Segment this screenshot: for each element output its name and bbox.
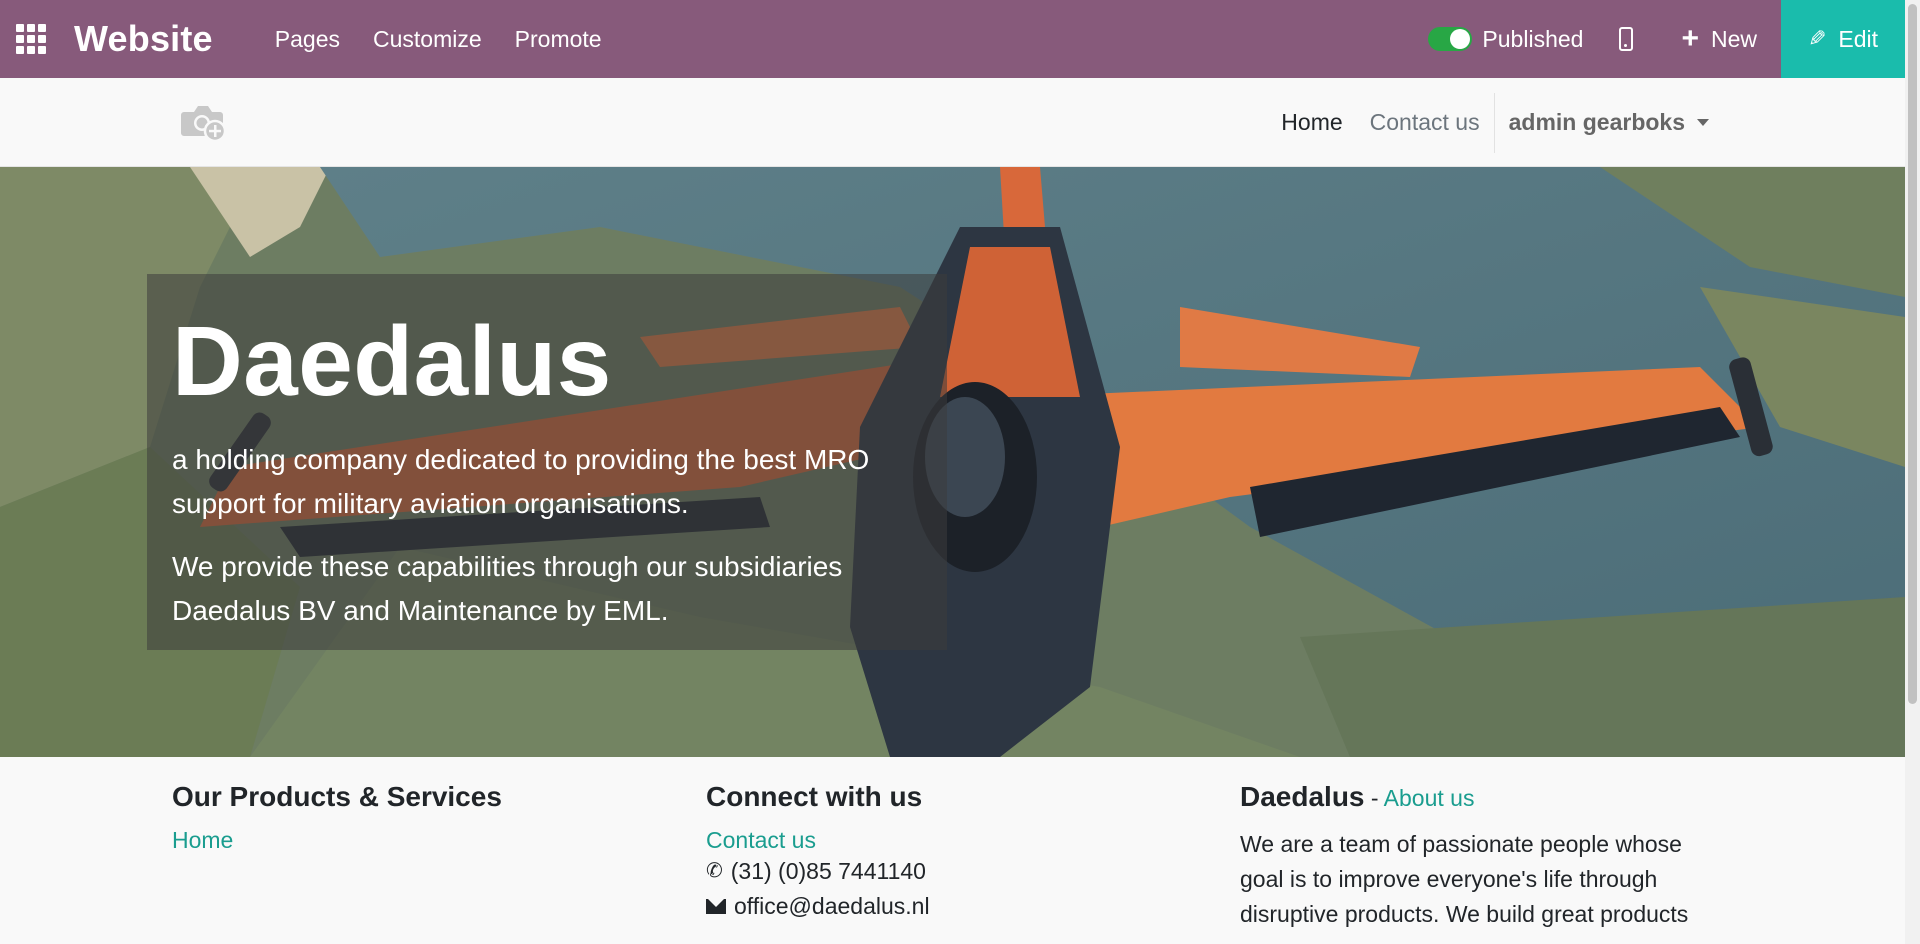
camera-plus-icon[interactable]	[178, 102, 228, 142]
mobile-preview-icon[interactable]	[1619, 27, 1634, 51]
scrollbar-thumb[interactable]	[1908, 4, 1917, 704]
about-company-name: Daedalus	[1240, 781, 1365, 812]
hero-banner: Daedalus a holding company dedicated to …	[0, 167, 1905, 757]
edit-button-label: Edit	[1838, 25, 1879, 52]
hero-paragraph-2: We provide these capabilities through ou…	[172, 551, 843, 626]
footer-link-home[interactable]: Home	[172, 827, 502, 854]
plus-icon: +	[1681, 22, 1699, 55]
page-scrollbar[interactable]	[1905, 0, 1920, 944]
about-text: We are a team of passionate people whose…	[1240, 831, 1689, 927]
site-nav: Home Contact us admin gearboks	[1281, 78, 1709, 167]
phone-line: ✆ (31) (0)85 7441140	[706, 854, 930, 889]
published-toggle[interactable]: Published	[1428, 26, 1583, 53]
user-name: admin gearboks	[1508, 109, 1685, 135]
menu-pages[interactable]: Pages	[275, 26, 340, 53]
about-heading: Daedalus - About us	[1240, 781, 1720, 813]
hero-paragraph-1: a holding company dedicated to providing…	[172, 444, 870, 519]
phone-icon: ✆	[706, 860, 723, 882]
phone-number: (31) (0)85 7441140	[730, 858, 926, 884]
connect-heading: Connect with us	[706, 781, 923, 812]
new-button[interactable]: + New	[1681, 24, 1757, 54]
about-separator: -	[1364, 785, 1384, 811]
edit-button[interactable]: ✎ Edit	[1781, 0, 1905, 78]
menu-customize[interactable]: Customize	[373, 26, 482, 53]
footer-link-contact-us[interactable]: Contact us	[706, 827, 930, 854]
products-heading: Our Products & Services	[172, 781, 502, 812]
hero-title: Daedalus	[172, 306, 612, 416]
about-us-link[interactable]: About us	[1384, 785, 1475, 811]
email-line: office@daedalus.nl	[706, 889, 930, 924]
email-address[interactable]: office@daedalus.nl	[734, 889, 930, 924]
new-button-label: New	[1710, 25, 1757, 52]
app-brand[interactable]: Website	[74, 18, 213, 60]
nav-divider	[1493, 92, 1495, 153]
user-menu[interactable]: admin gearboks	[1509, 109, 1709, 136]
nav-contact-us[interactable]: Contact us	[1370, 109, 1480, 136]
menu-promote[interactable]: Promote	[515, 26, 602, 53]
envelope-icon	[706, 899, 726, 914]
admin-top-bar: Website Pages Customize Promote Publishe…	[0, 0, 1905, 78]
footer: Our Products & Services Home Connect wit…	[0, 757, 1905, 944]
pencil-icon: ✎	[1807, 26, 1827, 51]
footer-products-column: Our Products & Services Home	[172, 781, 502, 854]
site-header: Home Contact us admin gearboks	[0, 78, 1905, 167]
footer-about-column: Daedalus - About us We are a team of pas…	[1240, 781, 1720, 932]
published-label: Published	[1482, 25, 1584, 52]
toggle-switch[interactable]	[1428, 27, 1473, 51]
caret-down-icon	[1697, 119, 1709, 126]
nav-home[interactable]: Home	[1281, 109, 1342, 136]
footer-connect-column: Connect with us Contact us ✆ (31) (0)85 …	[706, 781, 930, 924]
apps-grid-icon[interactable]	[16, 24, 46, 54]
